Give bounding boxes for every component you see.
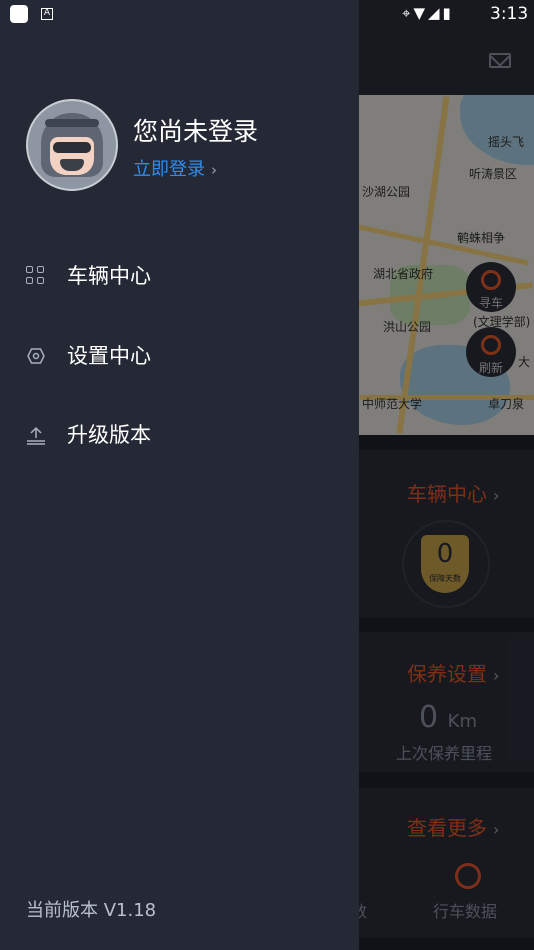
avatar[interactable] [26, 99, 118, 191]
a-notification-icon: A [41, 8, 53, 20]
menu-item-settings-center[interactable]: 设置中心 [0, 326, 359, 386]
chevron-right-icon: › [211, 161, 217, 179]
menu-label: 车辆中心 [67, 264, 151, 288]
helmet-icon [41, 113, 103, 177]
menu-item-upgrade-version[interactable]: 升级版本 [0, 405, 359, 465]
login-status-title: 您尚未登录 [133, 117, 259, 146]
login-link[interactable]: 立即登录 › [133, 155, 217, 181]
menu-label: 设置中心 [67, 344, 151, 368]
signal-icon: ◢ [428, 4, 443, 22]
app-version: 当前版本 V1.18 [26, 900, 157, 921]
grid-icon [26, 266, 46, 286]
status-icons: ⌖▼◢▮ [402, 4, 454, 22]
app-notification-icon [10, 5, 28, 23]
menu-item-vehicle-center[interactable]: 车辆中心 [0, 246, 359, 306]
status-bar: A ⌖▼◢▮ 3:13 [0, 0, 534, 28]
menu-label: 升级版本 [67, 423, 151, 447]
navigation-drawer: 您尚未登录 立即登录 › 车辆中心 设置中心 升级版本 当前版本 V1.18 [0, 0, 359, 950]
wifi-icon: ▼ [413, 4, 428, 22]
clock: 3:13 [490, 4, 529, 24]
upload-icon [26, 425, 46, 445]
location-icon: ⌖ [402, 4, 414, 22]
settings-hex-icon [26, 346, 46, 366]
battery-icon: ▮ [442, 4, 454, 22]
